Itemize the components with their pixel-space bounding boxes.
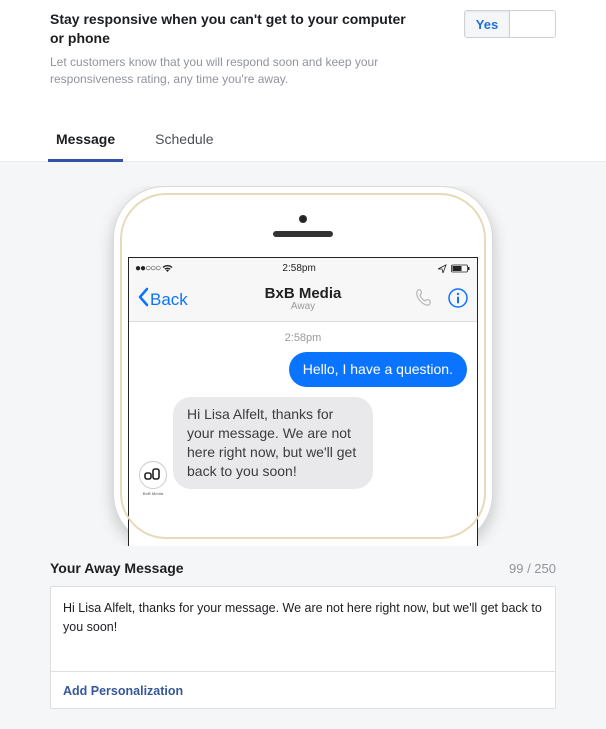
setting-title: Stay responsive when you can't get to yo…	[50, 10, 410, 48]
message-preview-area: ●●○○○ 2:58pm	[0, 162, 606, 546]
nav-back-label: Back	[150, 290, 188, 310]
phone-status-bar: ●●○○○ 2:58pm	[129, 258, 477, 278]
away-message-section: Your Away Message 99 / 250 Hi Lisa Alfel…	[0, 546, 606, 729]
avatar: BxB Media	[139, 461, 167, 489]
nav-back-button[interactable]: Back	[137, 287, 188, 312]
phone-mockup: ●●○○○ 2:58pm	[113, 186, 493, 546]
phone-camera-icon	[299, 215, 307, 223]
battery-icon	[451, 264, 471, 273]
toggle-no[interactable]	[510, 11, 555, 37]
away-message-box: Hi Lisa Alfelt, thanks for your message.…	[50, 586, 556, 709]
responsive-toggle: Yes	[464, 10, 556, 38]
avatar-caption: BxB Media	[143, 491, 163, 496]
away-message-input[interactable]: Hi Lisa Alfelt, thanks for your message.…	[51, 587, 555, 671]
tab-message[interactable]: Message	[50, 121, 121, 161]
character-count: 99 / 250	[509, 561, 556, 576]
settings-header: Stay responsive when you can't get to yo…	[0, 0, 606, 97]
phone-speaker-icon	[273, 231, 333, 237]
setting-description: Let customers know that you will respond…	[50, 54, 410, 88]
signal-icon: ●●○○○	[135, 263, 160, 274]
customer-message-bubble: Hello, I have a question.	[289, 352, 467, 387]
moon-icon	[425, 264, 434, 273]
away-reply-bubble: Hi Lisa Alfelt, thanks for your message.…	[173, 397, 373, 489]
tab-schedule[interactable]: Schedule	[149, 121, 219, 161]
info-icon[interactable]	[447, 287, 469, 312]
toggle-yes[interactable]: Yes	[465, 11, 510, 37]
tabs: Message Schedule	[0, 121, 606, 162]
phone-nav-bar: Back BxB Media Away	[129, 278, 477, 322]
call-icon[interactable]	[413, 287, 435, 312]
status-time: 2:58pm	[282, 263, 315, 274]
phone-screen: ●●○○○ 2:58pm	[128, 257, 478, 546]
wifi-icon	[162, 264, 173, 273]
location-icon	[438, 264, 447, 273]
chat-timestamp: 2:58pm	[139, 328, 467, 352]
chat-body: 2:58pm Hello, I have a question. BxB Med…	[129, 322, 477, 546]
add-personalization-button[interactable]: Add Personalization	[63, 684, 183, 698]
away-message-label: Your Away Message	[50, 560, 184, 576]
chevron-left-icon	[137, 287, 149, 312]
